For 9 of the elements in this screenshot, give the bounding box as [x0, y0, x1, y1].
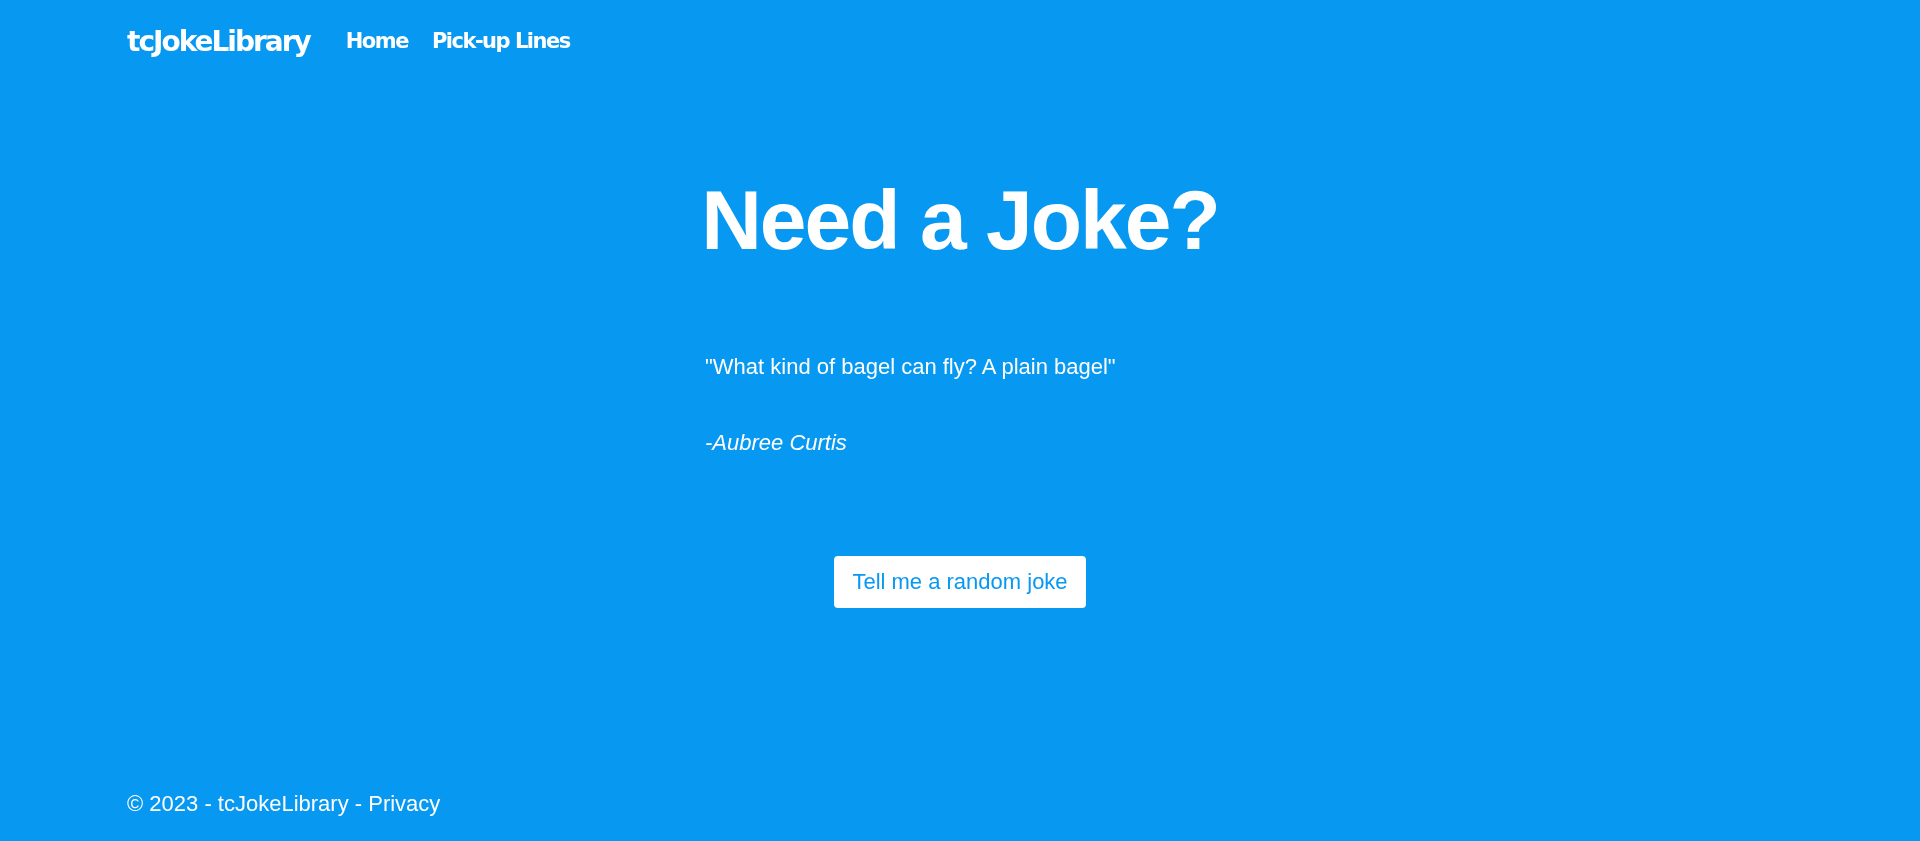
footer-text: © 2023 - tcJokeLibrary - Privacy	[126, 791, 442, 818]
page-heading: Need a Joke?	[701, 178, 1219, 262]
nav-link[interactable]: Home	[345, 29, 408, 53]
privacy-link[interactable]: Privacy	[368, 791, 441, 816]
joke-text: "What kind of bagel can fly? A plain bagel"	[705, 354, 1117, 380]
random-joke-button[interactable]: Tell me a random joke	[834, 556, 1086, 608]
brand-link[interactable]: tcJokeLibrary	[127, 24, 310, 58]
joke-author: -Aubree Curtis	[705, 430, 848, 456]
nav-link[interactable]: Pick-up Lines	[431, 29, 570, 53]
